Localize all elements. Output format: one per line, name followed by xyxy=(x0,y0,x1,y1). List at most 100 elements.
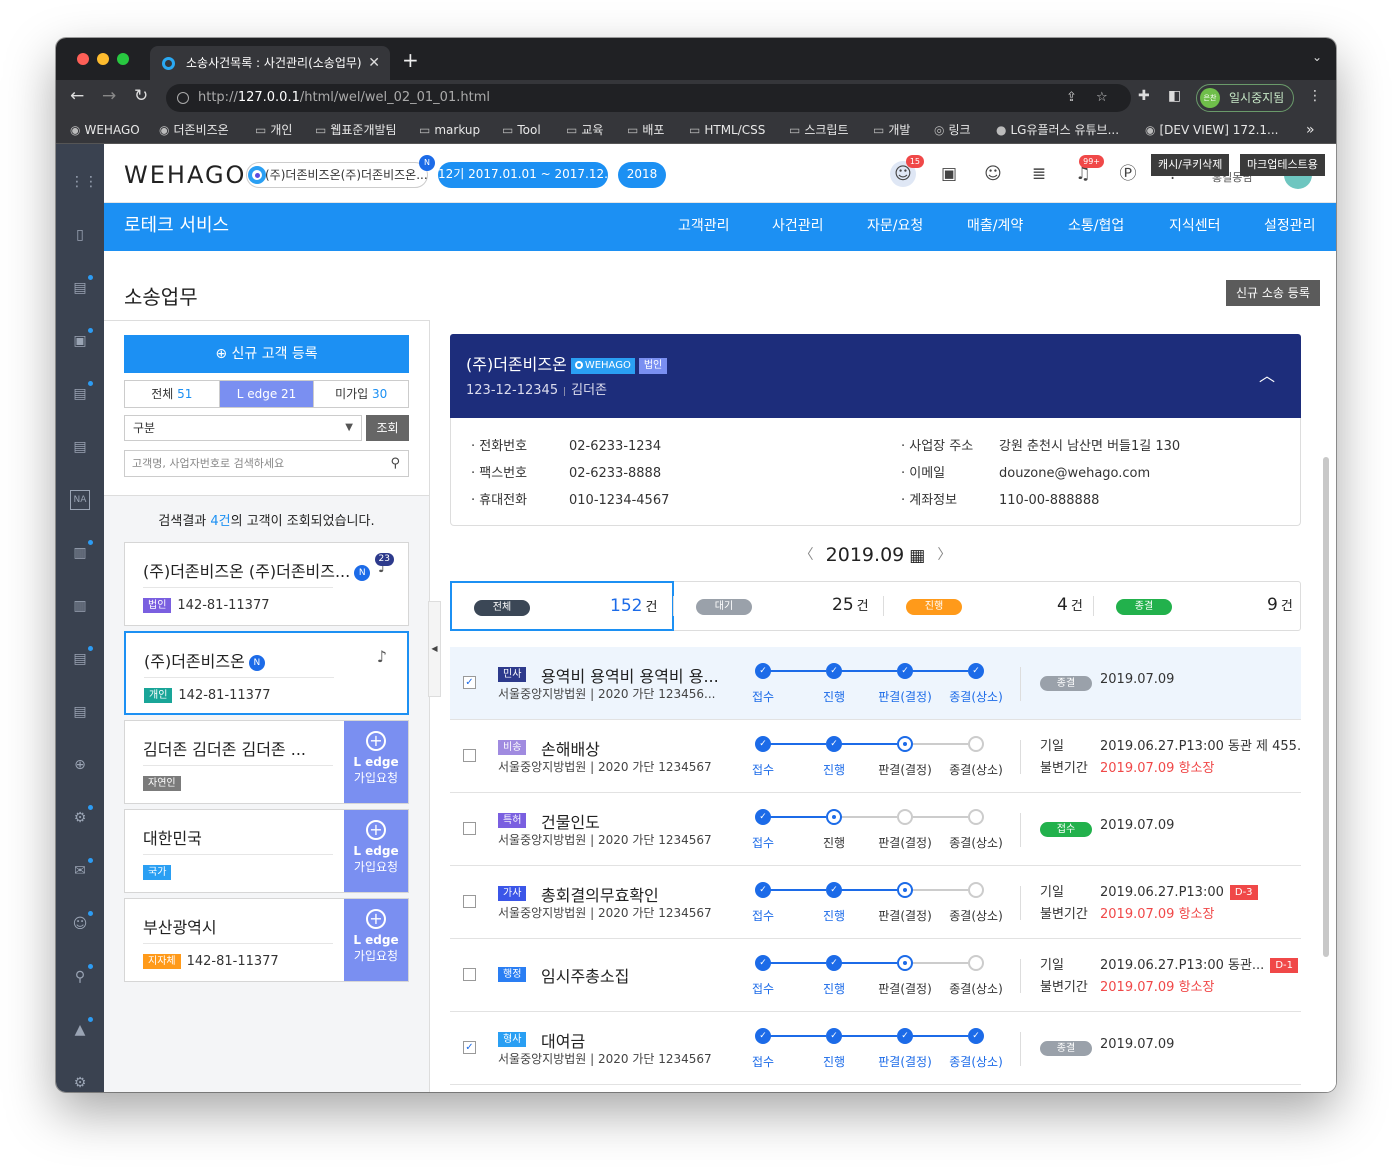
user-search-icon[interactable]: ⚲ xyxy=(70,964,93,987)
fiscal-period-pill[interactable]: 12기 2017.01.01 ~ 2017.12.31 xyxy=(438,162,623,188)
case-checkbox[interactable] xyxy=(463,895,476,908)
apps-grid-icon[interactable]: ⋮⋮ xyxy=(70,172,98,192)
query-button[interactable]: 조회 xyxy=(366,415,409,441)
user-setting-icon[interactable]: ☺ xyxy=(70,911,93,934)
bookmark-star-icon[interactable]: ☆ xyxy=(1096,84,1108,112)
menu-item[interactable]: 자문/요청 xyxy=(867,203,923,249)
bookmark-item[interactable]: ▭ 개인 xyxy=(255,116,292,144)
new-tab-button[interactable]: + xyxy=(402,48,419,72)
case-row[interactable]: 비송 손해배상 서울중앙지방법원 | 2020 가단 1234567 ✓ 접수 ✓ 진행 판결… xyxy=(450,720,1301,793)
alarm-bell-icon[interactable]: ♫ 99+ xyxy=(1070,155,1104,187)
markup-test-button[interactable]: 마크업테스트용 xyxy=(1240,154,1325,176)
tab-search-icon[interactable]: ⌄ xyxy=(1312,50,1322,64)
menu-item[interactable]: 지식센터 xyxy=(1169,203,1221,249)
customer-search-input[interactable]: 고객명, 사업자번호로 검색하세요 ⚲ xyxy=(124,450,409,477)
bell-icon[interactable]: ♪ xyxy=(377,647,387,666)
document-icon[interactable]: ▯ xyxy=(70,225,90,245)
user-notify-avatar-icon[interactable]: ☺ 15 xyxy=(890,155,924,187)
menu-item[interactable]: 고객관리 xyxy=(678,203,730,249)
bookmark-item[interactable]: ◉ 더존비즈온 xyxy=(159,116,229,144)
bookmark-item[interactable]: ◉ WEHAGO xyxy=(70,116,140,144)
search-icon[interactable]: ⚲ xyxy=(390,451,400,476)
share-icon[interactable]: ⇪ xyxy=(1066,84,1077,112)
bookmark-item[interactable]: ▭ 교육 xyxy=(566,116,603,144)
company-selector[interactable]: (주)더존비즈온(주)더존비즈온... N xyxy=(246,155,435,188)
bookmark-item[interactable]: ◉ [DEV VIEW] 172.1... xyxy=(1145,116,1279,144)
bookmark-item[interactable]: ▭ 배포 xyxy=(627,116,664,144)
status-filter-3[interactable]: 종결 9 건 xyxy=(1094,582,1302,630)
tab-close-icon[interactable]: ✕ xyxy=(368,46,380,80)
bookmark-item[interactable]: ▭ HTML/CSS xyxy=(689,116,765,144)
bookmark-item[interactable]: ● LG유플러스 유튜브... xyxy=(996,116,1119,144)
calendar-icon[interactable]: ▦ xyxy=(909,546,925,566)
address-bar[interactable]: http://127.0.0.1/html/wel/wel_02_01_01.h… xyxy=(166,84,1131,112)
status-filter-0[interactable]: 전체 152 건 xyxy=(450,581,674,631)
case-checkbox[interactable]: ✓ xyxy=(463,676,476,689)
bookmark-item[interactable]: ▭ 스크립트 xyxy=(789,116,849,144)
customer-card[interactable]: 부산광역시 지자체 142-81-11377 + L edge 가입요청 xyxy=(124,898,409,982)
case-row[interactable]: 가사 총회결의무효확인 서울중앙지방법원 | 2020 가단 1234567 ✓ 접수 ✓… xyxy=(450,866,1301,939)
year-pill[interactable]: 2018 xyxy=(618,162,666,188)
reload-icon[interactable]: ↻ xyxy=(134,86,148,106)
sidepanel-icon[interactable]: ◧ xyxy=(1168,88,1181,104)
manage-icon[interactable]: ⚙ xyxy=(70,1073,90,1092)
case-checkbox[interactable] xyxy=(463,822,476,835)
filter-tab[interactable]: 전체 51 xyxy=(125,381,220,407)
bookmarks-more-icon[interactable]: » xyxy=(1306,116,1315,144)
case-icon[interactable]: ▣ xyxy=(70,328,93,351)
browser-tab[interactable]: 소송사건목록 : 사건관리(소송업무) ✕ xyxy=(150,46,390,80)
next-month-icon[interactable]: 〉 xyxy=(937,547,951,563)
ledge-join-button[interactable]: + L edge 가입요청 xyxy=(344,810,408,892)
status-filter-1[interactable]: 대기 25 건 xyxy=(674,582,884,630)
filter-tab[interactable]: L edge 21 xyxy=(219,381,315,407)
menu-item[interactable]: 소통/협업 xyxy=(1068,203,1124,249)
bookmark-item[interactable]: ▭ markup xyxy=(419,116,480,144)
customer-card[interactable]: 대한민국 국가 + L edge 가입요청 xyxy=(124,809,409,893)
case-checkbox[interactable] xyxy=(463,749,476,762)
panel-collapse-handle[interactable]: ◀ xyxy=(428,601,441,697)
case-checkbox[interactable]: ✓ xyxy=(463,1041,476,1054)
case-title[interactable]: 건물인도 xyxy=(541,809,600,833)
web-icon[interactable]: ⊕ xyxy=(70,755,90,775)
bookmark-item[interactable]: ▭ Tool xyxy=(502,116,541,144)
scrollbar[interactable] xyxy=(1323,457,1329,957)
filter-tab[interactable]: 미가입 30 xyxy=(314,381,408,407)
extensions-icon[interactable]: ✚ xyxy=(1138,88,1150,104)
sms-icon[interactable]: ✉ xyxy=(70,858,93,881)
memo-icon[interactable]: ≣ xyxy=(1026,161,1052,187)
bookmark-item[interactable]: ◎ 링크 xyxy=(934,116,971,144)
bookmark-item[interactable]: ▭ 웹표준개발팀 xyxy=(315,116,397,144)
customer-card[interactable]: (주)더존비즈온 (주)더존비즈... N 법인 142-81-11377 ♪ 23 xyxy=(124,542,409,626)
back-icon[interactable]: ← xyxy=(70,86,84,106)
messenger-icon[interactable]: ☺ xyxy=(980,161,1006,187)
customer-card[interactable]: 김더존 김더존 김더존 ... 자연인 + L edge 가입요청 xyxy=(124,720,409,804)
case-title[interactable]: 대여금 xyxy=(541,1028,585,1052)
case-title[interactable]: 총회결의무효확인 xyxy=(541,882,659,906)
forward-icon[interactable]: → xyxy=(102,86,116,106)
case-title[interactable]: 손해배상 xyxy=(541,736,600,760)
ledge-join-button[interactable]: + L edge 가입요청 xyxy=(344,721,408,803)
prev-month-icon[interactable]: 〈 xyxy=(800,547,814,563)
report-icon[interactable]: ▥ xyxy=(70,540,93,563)
menu-item[interactable]: 매출/계약 xyxy=(967,203,1023,249)
settings-doc-icon[interactable]: ▤ xyxy=(70,702,90,722)
clear-cache-button[interactable]: 캐시/쿠키삭제 xyxy=(1151,154,1230,176)
case-title[interactable]: 용역비 용역비 용역비 용... xyxy=(541,663,719,687)
site-info-icon[interactable] xyxy=(177,92,189,104)
menu-item[interactable]: 설정관리 xyxy=(1264,203,1316,249)
security-icon[interactable]: ⚙ xyxy=(70,805,93,828)
archive-icon[interactable]: ▥ xyxy=(70,596,90,616)
calendar-doc-icon[interactable]: ▤ xyxy=(70,381,93,404)
status-filter-2[interactable]: 진행 4 건 xyxy=(884,582,1094,630)
service-brand[interactable]: 로테크 서비스 xyxy=(124,203,229,249)
maximize-window-button[interactable] xyxy=(117,53,129,65)
close-window-button[interactable] xyxy=(77,53,89,65)
profile-chip[interactable]: 은찬 일시중지됨 xyxy=(1196,84,1294,112)
minimize-window-button[interactable] xyxy=(97,53,109,65)
case-title[interactable]: 임시주총소집 xyxy=(541,963,629,987)
browser-menu-icon[interactable]: ⋮ xyxy=(1308,88,1322,104)
category-select[interactable]: 구분 ▼ xyxy=(124,415,362,441)
point-icon[interactable]: Ⓟ xyxy=(1115,161,1141,187)
chart-icon[interactable]: ▲ xyxy=(70,1017,93,1040)
case-checkbox[interactable] xyxy=(463,968,476,981)
